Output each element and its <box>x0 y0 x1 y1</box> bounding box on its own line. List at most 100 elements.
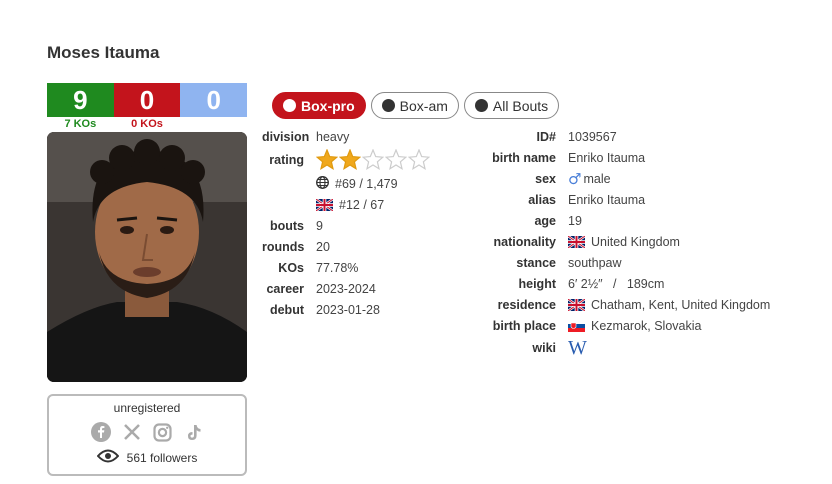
eye-icon <box>96 449 119 466</box>
sex-value: male <box>583 171 611 186</box>
nationality-value: United Kingdom <box>591 234 680 249</box>
stance-row: stance southpaw <box>483 252 770 273</box>
rounds-row: rounds 20 <box>262 236 430 257</box>
rounds-label: rounds <box>262 239 305 254</box>
record-boxes: 9 0 0 <box>47 83 248 117</box>
career-value: 2023-2024 <box>316 281 376 296</box>
ko-row: 7 KOs 0 KOs <box>47 118 247 130</box>
division-value: heavy <box>316 129 350 144</box>
user-icon <box>381 99 395 112</box>
bouts-row: bouts 9 <box>262 215 430 236</box>
sex-row: sex ♂ male <box>483 168 770 189</box>
sex-label: sex <box>535 171 556 186</box>
star-empty-icon <box>362 149 384 170</box>
kos-value: 77.78% <box>316 260 359 275</box>
user-icon <box>283 99 296 112</box>
birth-place-label: birth place <box>492 318 556 333</box>
boxer-name: Moses Itauma <box>47 43 160 62</box>
star-empty-icon <box>385 149 407 170</box>
bio-table: ID# 1039567 birth name Enriko Itauma sex… <box>483 126 770 360</box>
height-label: height <box>518 276 557 291</box>
wiki-label: wiki <box>532 341 556 355</box>
id-row: ID# 1039567 <box>483 126 770 147</box>
tab-box-am[interactable]: Box-am <box>370 92 459 119</box>
x-icon[interactable] <box>121 421 143 443</box>
age-value: 19 <box>568 213 582 228</box>
country-rank-row: #12 / 67 <box>262 194 430 215</box>
height-value: 6′ 2½″ / 189cm <box>568 276 665 291</box>
kos-label: KOs <box>278 260 304 275</box>
draws-count: 0 <box>180 83 248 117</box>
globe-icon <box>316 175 329 192</box>
world-rank-row: #69 / 1,479 <box>262 173 430 194</box>
stats-table: division heavy rating #69 / 1,479 #12 / … <box>262 126 430 320</box>
height-row: height 6′ 2½″ / 189cm <box>483 273 770 294</box>
wiki-row: wiki W <box>483 336 770 360</box>
debut-value[interactable]: 2023-01-28 <box>316 303 380 317</box>
country-rank[interactable]: #12 / 67 <box>339 198 384 212</box>
instagram-icon[interactable] <box>152 421 174 443</box>
alias-label: alias <box>528 192 556 207</box>
tab-bar: Box-pro Box-am All Bouts <box>272 92 560 119</box>
tab-all-bouts[interactable]: All Bouts <box>463 92 560 119</box>
ko-losses: 0 KOs <box>131 118 163 130</box>
nationality-row: nationality United Kingdom <box>483 231 770 252</box>
tiktok-icon[interactable] <box>183 421 205 443</box>
rounds-value: 20 <box>316 239 330 254</box>
bouts-label: bouts <box>269 218 304 233</box>
id-label: ID# <box>536 129 556 144</box>
followers-count: 561 followers <box>126 450 198 465</box>
tab-label: Box-pro <box>301 97 355 114</box>
tab-box-pro[interactable]: Box-pro <box>272 92 366 119</box>
wikipedia-icon[interactable]: W <box>568 337 587 360</box>
boxer-photo <box>47 132 247 382</box>
uk-flag-icon <box>315 197 334 212</box>
residence-label: residence <box>497 297 556 312</box>
alias-row: alias Enriko Itauma <box>483 189 770 210</box>
rating-stars <box>316 149 430 171</box>
birth-name-value: Enriko Itauma <box>568 150 646 165</box>
nationality-label: nationality <box>493 234 556 249</box>
social-panel: unregistered 561 followers <box>47 394 247 476</box>
tab-label: All Bouts <box>492 97 549 114</box>
user-icon <box>474 99 488 112</box>
star-empty-icon <box>408 149 430 170</box>
ko-wins: 7 KOs <box>64 118 97 130</box>
bouts-value: 9 <box>316 218 323 233</box>
facebook-icon[interactable] <box>90 421 112 443</box>
rating-label: rating <box>269 153 304 167</box>
career-label: career <box>266 281 304 296</box>
debut-row: debut 2023-01-28 <box>262 299 430 320</box>
losses-count: 0 <box>113 83 181 117</box>
residence-row: residence Chatham, Kent, United Kingdom <box>483 294 771 315</box>
tab-label: Box-am <box>399 97 448 114</box>
social-icons <box>49 421 245 443</box>
followers-row[interactable]: 561 followers <box>49 449 245 466</box>
birth-name-label: birth name <box>492 150 556 165</box>
debut-label: debut <box>269 302 304 317</box>
ko-empty <box>180 118 247 130</box>
birth-place-value: Kezmarok, Slovakia <box>591 318 702 333</box>
id-value: 1039567 <box>568 129 617 144</box>
wins-count: 9 <box>47 83 114 117</box>
division-row: division heavy <box>262 126 430 147</box>
residence-value: Chatham, Kent, United Kingdom <box>591 297 771 312</box>
world-rank[interactable]: #69 / 1,479 <box>335 177 398 191</box>
age-label: age <box>534 213 556 228</box>
star-filled-icon <box>339 149 361 170</box>
stance-label: stance <box>516 255 556 270</box>
kos-row: KOs 77.78% <box>262 257 430 278</box>
career-row: career 2023-2024 <box>262 278 430 299</box>
alias-value: Enriko Itauma <box>568 192 646 207</box>
age-row: age 19 <box>483 210 770 231</box>
registration-status: unregistered <box>113 401 181 415</box>
stance-value: southpaw <box>568 255 622 270</box>
slovakia-flag-icon <box>568 319 585 332</box>
uk-flag-icon <box>567 297 586 312</box>
male-icon: ♂ <box>568 169 582 188</box>
birth-place-row: birth place Kezmarok, Slovakia <box>483 315 770 336</box>
rating-row: rating <box>262 147 430 173</box>
birth-name-row: birth name Enriko Itauma <box>483 147 770 168</box>
star-filled-icon <box>316 149 338 170</box>
uk-flag-icon <box>567 234 586 249</box>
